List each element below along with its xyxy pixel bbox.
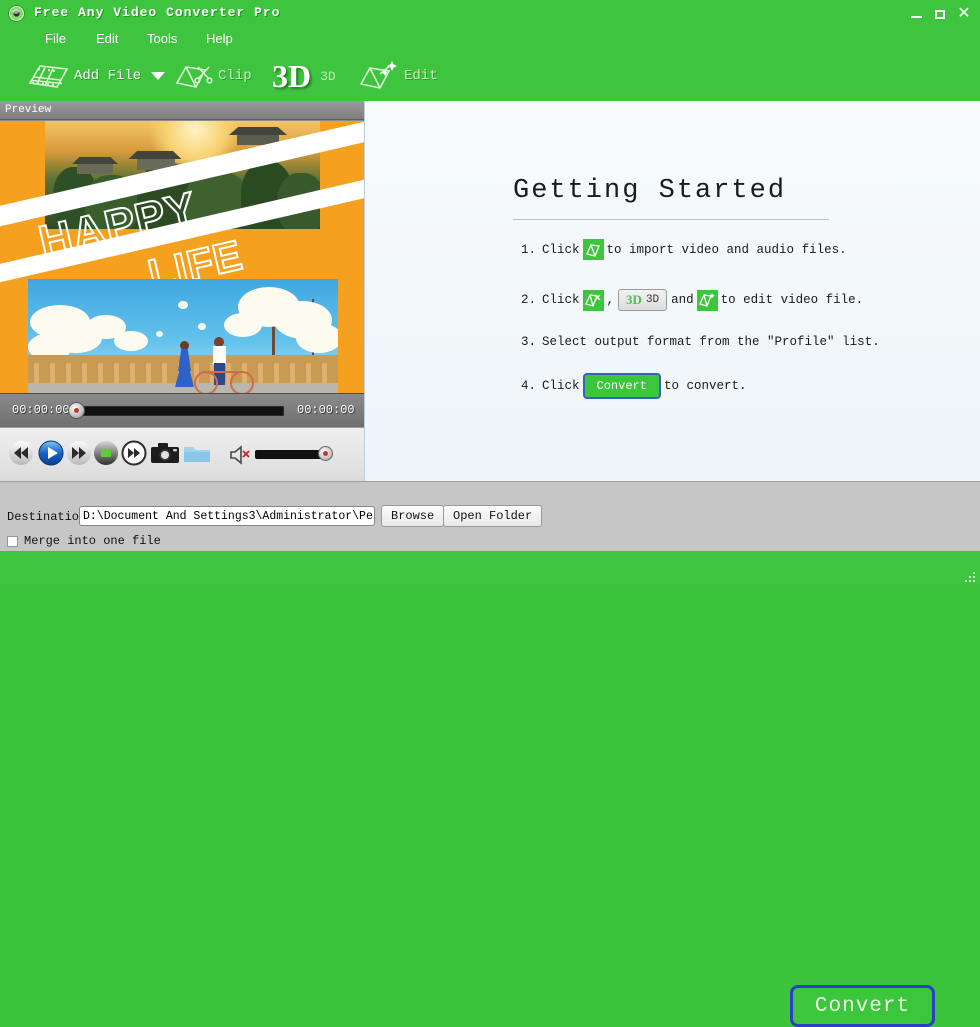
- rewind-icon[interactable]: [8, 440, 34, 466]
- step-4: 4. Click Convert to convert.: [521, 373, 746, 399]
- add-file-mini-icon[interactable]: [583, 239, 604, 260]
- step-1-number: 1.: [521, 243, 536, 257]
- chevron-down-icon[interactable]: [151, 72, 165, 80]
- main-toolbar: Add File Clip 3D 3D: [0, 53, 980, 99]
- maximize-icon[interactable]: [928, 4, 952, 24]
- step-2-mid2: and: [671, 293, 694, 307]
- step-4-pre: Click: [542, 379, 580, 393]
- step-1: 1. Click to import video and audio files…: [521, 239, 847, 260]
- preview-header: Preview: [0, 101, 364, 120]
- step-3-text: Select output format from the "Profile" …: [542, 335, 880, 349]
- merge-into-one-file-row[interactable]: Merge into one file: [7, 534, 161, 548]
- film-strip-icon: [26, 59, 70, 93]
- menu-bar: File Edit Tools Help: [0, 29, 980, 53]
- convert-mini-button[interactable]: Convert: [583, 373, 661, 399]
- step-1-pre: Click: [542, 243, 580, 257]
- volume-slider-handle[interactable]: [318, 446, 333, 461]
- step-3-number: 3.: [521, 335, 536, 349]
- 3d-mini-label: 3D: [646, 294, 659, 306]
- edit-button[interactable]: Edit: [356, 55, 438, 97]
- open-folder-icon[interactable]: [182, 440, 212, 466]
- add-file-label: Add File: [74, 68, 141, 84]
- clip-scissors-icon: [172, 59, 214, 93]
- blossom-photo: [28, 279, 338, 393]
- menu-item-tools[interactable]: Tools: [147, 31, 177, 46]
- fast-forward-icon[interactable]: [66, 440, 92, 466]
- window-title: Free Any Video Converter Pro: [34, 5, 280, 20]
- step-4-post: to convert.: [664, 379, 747, 393]
- resize-grip[interactable]: [965, 572, 977, 584]
- merge-checkbox[interactable]: [7, 536, 18, 547]
- step-2-post: to edit video file.: [721, 293, 864, 307]
- bottom-bar: Destination: D:\Document And Settings3\A…: [0, 481, 980, 551]
- title-divider: [513, 219, 829, 220]
- clip-label: Clip: [218, 68, 252, 84]
- seek-slider[interactable]: [72, 406, 284, 416]
- add-file-button[interactable]: Add File: [26, 55, 165, 97]
- application-window: Free Any Video Converter Pro ✕ File Edit…: [0, 0, 980, 586]
- next-frame-icon[interactable]: [121, 440, 147, 466]
- step-2-mid1: ,: [607, 293, 615, 307]
- destination-input[interactable]: D:\Document And Settings3\Administrator\…: [79, 506, 375, 526]
- step-3: 3. Select output format from the "Profil…: [521, 335, 880, 349]
- step-2-number: 2.: [521, 293, 536, 307]
- seek-slider-handle[interactable]: [68, 402, 85, 419]
- menu-item-help[interactable]: Help: [206, 31, 233, 46]
- page-title: Getting Started: [513, 176, 786, 206]
- volume-slider[interactable]: [255, 450, 325, 459]
- step-2-pre: Click: [542, 293, 580, 307]
- snapshot-camera-icon[interactable]: [150, 440, 180, 466]
- getting-started-panel: Getting Started 1. Click to import video…: [364, 101, 980, 481]
- speaker-mute-icon[interactable]: [228, 444, 252, 466]
- convert-button[interactable]: Convert: [790, 985, 935, 1027]
- video-display[interactable]: HAPPY LIFE: [0, 121, 364, 393]
- step-1-post: to import video and audio files.: [607, 243, 847, 257]
- browse-button[interactable]: Browse: [381, 505, 444, 527]
- current-time: 00:00:00: [12, 403, 70, 417]
- 3d-icon: 3D: [272, 60, 311, 92]
- title-bar: Free Any Video Converter Pro ✕: [0, 0, 980, 28]
- three-d-label: 3D: [320, 69, 336, 84]
- total-time: 00:00:00: [297, 403, 355, 417]
- step-2: 2. Click , 3D 3D and to edit video file.: [521, 289, 863, 311]
- 3d-glyph: 3D: [626, 292, 642, 308]
- edit-mini-icon[interactable]: [697, 290, 718, 311]
- menu-item-edit[interactable]: Edit: [96, 31, 118, 46]
- menu-item-file[interactable]: File: [45, 31, 66, 46]
- app-logo-icon: [8, 5, 25, 22]
- close-icon[interactable]: ✕: [952, 4, 976, 24]
- three-d-button[interactable]: 3D 3D: [272, 55, 336, 97]
- preview-panel: Preview: [0, 101, 364, 481]
- clip-mini-icon[interactable]: [583, 290, 604, 311]
- play-icon[interactable]: [38, 440, 64, 466]
- step-4-number: 4.: [521, 379, 536, 393]
- minimize-icon[interactable]: [904, 4, 928, 24]
- poster-image: HAPPY LIFE: [0, 121, 364, 393]
- 3d-mini-button[interactable]: 3D 3D: [618, 289, 667, 311]
- clip-button[interactable]: Clip: [172, 55, 252, 97]
- playback-controls: [0, 427, 364, 481]
- timeline-bar: 00:00:00 00:00:00: [0, 393, 364, 427]
- status-bar: [0, 551, 980, 586]
- preview-header-label: Preview: [5, 104, 51, 116]
- window-controls: ✕: [904, 4, 976, 24]
- open-folder-button[interactable]: Open Folder: [443, 505, 542, 527]
- edit-label: Edit: [404, 68, 438, 84]
- edit-wand-icon: [356, 59, 400, 93]
- merge-label: Merge into one file: [24, 534, 161, 548]
- stop-icon[interactable]: [93, 440, 119, 466]
